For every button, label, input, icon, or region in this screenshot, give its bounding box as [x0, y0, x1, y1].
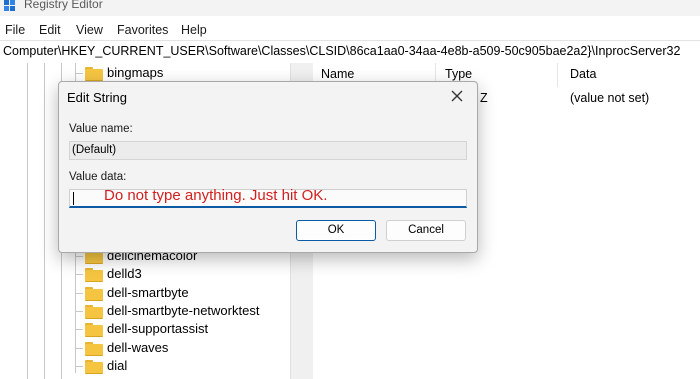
registry-editor-icon: [4, 0, 15, 11]
cancel-button[interactable]: Cancel: [386, 220, 466, 241]
menu-view[interactable]: View: [76, 23, 103, 37]
folder-icon: [85, 360, 103, 374]
menu-file[interactable]: File: [5, 23, 25, 37]
tree-item-label: dell-smartbyte-networktest: [107, 303, 260, 318]
value-name-label: Value name:: [69, 123, 133, 135]
tree-item-label: dial: [107, 358, 128, 373]
tree-guide-line: [27, 63, 28, 379]
folder-icon: [85, 323, 103, 337]
ok-button[interactable]: OK: [296, 220, 376, 241]
address-path[interactable]: Computer\HKEY_CURRENT_USER\Software\Clas…: [3, 44, 680, 58]
tree-item-label: dell-smartbyte: [107, 285, 189, 300]
window-title: Registry Editor: [24, 0, 103, 11]
menu-help[interactable]: Help: [181, 23, 207, 37]
folder-icon: [85, 342, 103, 356]
column-header-data[interactable]: Data: [570, 67, 596, 81]
folder-icon: [85, 305, 103, 319]
menu-bar: File Edit View Favorites Help: [0, 20, 700, 40]
folder-icon: [85, 67, 103, 81]
edit-string-dialog: Edit String Value name: (Default) Value …: [58, 81, 478, 253]
tree-guide-line: [44, 63, 45, 379]
value-data-cell[interactable]: (value not set): [570, 91, 649, 105]
tree-item-label: bingmaps: [107, 65, 164, 80]
menu-favorites[interactable]: Favorites: [117, 23, 168, 37]
column-header-name[interactable]: Name: [321, 67, 354, 81]
dialog-title: Edit String: [67, 90, 127, 105]
tree-item-label: dell-waves: [107, 340, 169, 355]
title-bar: Registry Editor: [0, 0, 700, 16]
column-header-type[interactable]: Type: [445, 67, 472, 81]
column-divider[interactable]: [557, 63, 558, 87]
tree-item-label: dell-supportassist: [107, 321, 209, 336]
text-caret: [73, 192, 74, 205]
value-name-text: (Default): [72, 144, 117, 156]
value-data-label: Value data:: [69, 171, 127, 183]
value-data-input[interactable]: Do not type anything. Just hit OK.: [69, 187, 467, 208]
folder-icon: [85, 268, 103, 282]
instruction-annotation: Do not type anything. Just hit OK.: [104, 187, 328, 204]
value-type-cell[interactable]: Z: [480, 91, 488, 105]
close-icon[interactable]: [449, 88, 465, 104]
value-name-field: (Default): [69, 141, 467, 160]
tree-item-label: delld3: [107, 266, 142, 281]
address-bar[interactable]: Computer\HKEY_CURRENT_USER\Software\Clas…: [0, 40, 700, 64]
folder-icon: [85, 287, 103, 301]
menu-edit[interactable]: Edit: [39, 23, 61, 37]
